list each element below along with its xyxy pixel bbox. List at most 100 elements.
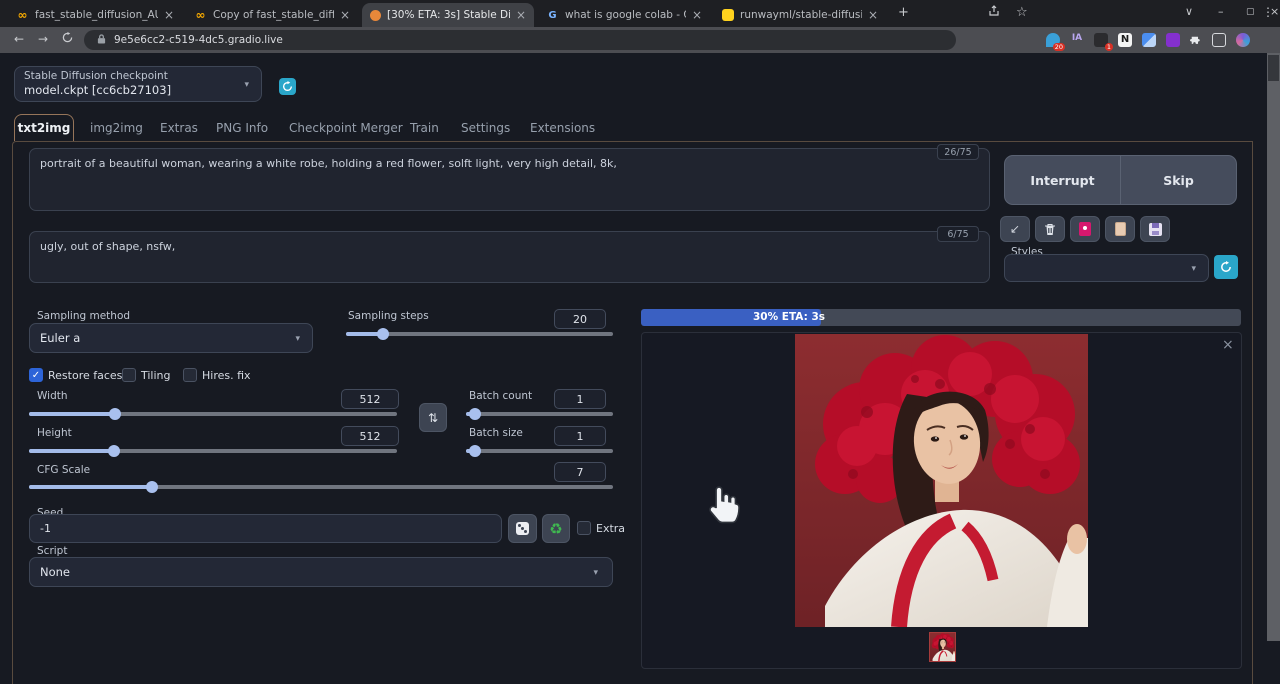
styles-refresh-button[interactable]	[1214, 255, 1238, 279]
extension-blue-icon[interactable]	[1142, 33, 1156, 47]
scrollbar-thumb[interactable]	[1268, 55, 1279, 81]
checkpoint-value: model.ckpt [cc6cb27103]	[24, 83, 172, 97]
styles-dropdown[interactable]: ▾	[1004, 254, 1209, 282]
interrupt-button[interactable]: Interrupt	[1005, 156, 1121, 204]
apply-style-button[interactable]	[1105, 216, 1135, 242]
browser-tab-4[interactable]: G what is google colab - Googl ×	[538, 3, 710, 27]
style-palette-button[interactable]	[1070, 216, 1100, 242]
batch-size-label: Batch size	[469, 427, 523, 439]
tab-close-icon[interactable]: ×	[164, 8, 174, 22]
prompt-token-counter: 26/75	[937, 144, 979, 160]
extra-seed-checkbox[interactable]	[577, 521, 591, 535]
chevron-down-icon: ▾	[244, 80, 249, 90]
extensions-puzzle-icon[interactable]	[1190, 33, 1204, 47]
forward-icon[interactable]: →	[38, 32, 48, 46]
batch-count-value[interactable]: 1	[554, 389, 606, 409]
bookmark-star-icon[interactable]: ☆	[1016, 5, 1028, 20]
browser-tab-1[interactable]: ∞ fast_stable_diffusion_AUTOMA ×	[8, 3, 182, 27]
tab-title: what is google colab - Googl	[565, 9, 686, 21]
script-value: None	[40, 565, 71, 579]
restore-faces-checkbox[interactable]: ✓	[29, 368, 43, 382]
gallery-thumbnail[interactable]	[929, 632, 956, 662]
tab-extensions[interactable]: Extensions	[530, 121, 595, 135]
tab-title: [30% ETA: 3s] Stable Diffusion	[387, 9, 510, 21]
gallery-close-icon[interactable]: ×	[1222, 337, 1234, 353]
new-tab-button[interactable]: +	[898, 5, 909, 20]
address-bar[interactable]: 9e5e6cc2-c519-4dc5.gradio.live	[84, 30, 956, 50]
seed-input[interactable]	[30, 515, 501, 542]
sidebar-panel-icon[interactable]	[1212, 33, 1226, 47]
reload-icon[interactable]	[62, 32, 73, 46]
back-icon[interactable]: ←	[14, 32, 24, 46]
width-label: Width	[37, 390, 68, 402]
cfg-scale-value[interactable]: 7	[554, 462, 606, 482]
tab-img2img[interactable]: img2img	[90, 121, 143, 135]
hand-cursor-icon	[701, 481, 741, 531]
paste-params-button[interactable]: ↙	[1000, 216, 1030, 242]
minimize-button[interactable]: –	[1218, 5, 1224, 18]
save-style-button[interactable]	[1140, 216, 1170, 242]
trash-icon	[1045, 223, 1055, 235]
width-value[interactable]: 512	[341, 389, 399, 409]
sampling-steps-slider[interactable]	[346, 328, 613, 340]
batch-count-slider[interactable]	[466, 408, 613, 420]
browser-tab-2[interactable]: ∞ Copy of fast_stable_diffusion_ ×	[186, 3, 358, 27]
width-slider[interactable]	[29, 408, 397, 420]
checkpoint-refresh-button[interactable]	[279, 78, 296, 95]
sampling-method-dropdown[interactable]: Euler a ▾	[29, 323, 313, 353]
skip-button[interactable]: Skip	[1121, 156, 1236, 204]
tab-title: Copy of fast_stable_diffusion_	[213, 9, 334, 21]
profile-avatar[interactable]	[1236, 33, 1250, 47]
maximize-button[interactable]: ▢	[1246, 7, 1255, 17]
checkpoint-dropdown[interactable]: Stable Diffusion checkpoint model.ckpt […	[14, 66, 262, 102]
tab-close-icon[interactable]: ×	[340, 8, 350, 22]
reuse-seed-button[interactable]: ♻	[542, 514, 570, 543]
share-icon[interactable]	[988, 5, 1000, 20]
swap-dimensions-button[interactable]: ⇅	[419, 403, 447, 432]
slider-knob[interactable]	[469, 445, 481, 457]
prompt-input[interactable]: portrait of a beautiful woman, wearing a…	[29, 148, 990, 211]
generated-image[interactable]	[795, 334, 1088, 628]
script-dropdown[interactable]: None ▾	[29, 557, 613, 587]
hires-fix-checkbox[interactable]	[183, 368, 197, 382]
negative-prompt-input[interactable]: ugly, out of shape, nsfw,	[29, 231, 990, 283]
height-slider[interactable]	[29, 445, 397, 457]
tab-settings[interactable]: Settings	[461, 121, 510, 135]
extension-pin-icon[interactable]: 20	[1046, 33, 1065, 51]
slider-knob[interactable]	[469, 408, 481, 420]
clear-prompt-button[interactable]	[1035, 216, 1065, 242]
batch-size-value[interactable]: 1	[554, 426, 606, 446]
browser-tab-active[interactable]: [30% ETA: 3s] Stable Diffusion ×	[362, 3, 534, 27]
arrow-down-left-icon: ↙	[1009, 222, 1021, 236]
tab-close-icon[interactable]: ×	[516, 8, 526, 22]
random-seed-button[interactable]	[508, 514, 537, 543]
tab-close-icon[interactable]: ×	[868, 8, 878, 22]
page-scrollbar[interactable]	[1267, 53, 1280, 641]
palette-icon	[1079, 222, 1091, 236]
slider-knob[interactable]	[146, 481, 158, 493]
sampling-steps-value[interactable]: 20	[554, 309, 606, 329]
interrupt-skip-group: Interrupt Skip	[1004, 155, 1237, 205]
slider-knob[interactable]	[108, 445, 120, 457]
batch-size-slider[interactable]	[466, 445, 613, 457]
slider-knob[interactable]	[109, 408, 121, 420]
skip-label: Skip	[1163, 172, 1194, 188]
tab-train[interactable]: Train	[410, 121, 439, 135]
browser-tab-5[interactable]: runwayml/stable-diffusion-v1 ×	[714, 3, 886, 27]
tab-checkpoint-merger[interactable]: Checkpoint Merger	[289, 121, 403, 135]
extension-notion-icon[interactable]: N	[1118, 33, 1132, 47]
tab-png-info[interactable]: PNG Info	[216, 121, 268, 135]
extension-ia-icon[interactable]: IA	[1070, 33, 1084, 47]
browser-tabstrip: ∞ fast_stable_diffusion_AUTOMA × ∞ Copy …	[0, 0, 1280, 27]
extension-camera-icon[interactable]: 1	[1094, 33, 1113, 51]
tab-search-icon[interactable]: ∨	[1185, 5, 1193, 18]
tab-txt2img[interactable]: txt2img	[14, 114, 74, 141]
browser-menu-icon[interactable]: ⋮	[1262, 5, 1274, 19]
extension-purple-icon[interactable]	[1166, 33, 1180, 47]
height-value[interactable]: 512	[341, 426, 399, 446]
slider-knob[interactable]	[377, 328, 389, 340]
tab-extras[interactable]: Extras	[160, 121, 198, 135]
tiling-checkbox[interactable]	[122, 368, 136, 382]
tab-close-icon[interactable]: ×	[692, 8, 702, 22]
cfg-scale-slider[interactable]	[29, 481, 613, 493]
